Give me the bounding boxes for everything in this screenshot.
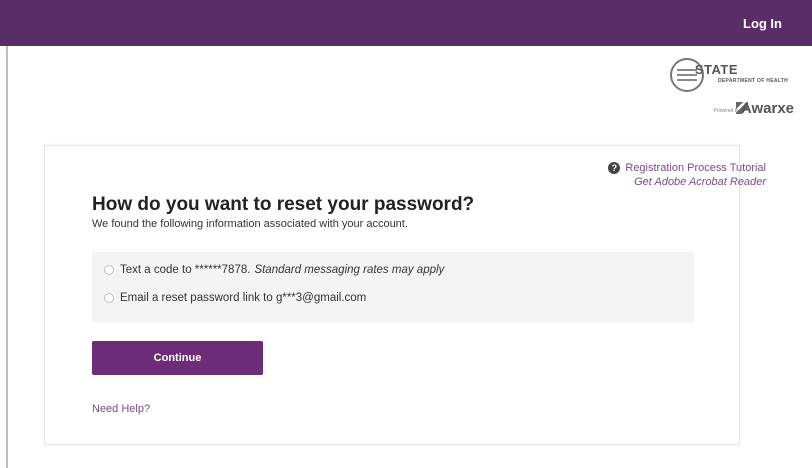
radio-button[interactable]: [104, 293, 114, 303]
page-left-edge: [6, 46, 8, 468]
radio-button[interactable]: [104, 265, 114, 275]
department-name: DEPARTMENT OF HEALTH: [718, 78, 788, 84]
option-text-note: Standard messaging rates may apply: [254, 264, 445, 276]
reset-option-text[interactable]: Text a code to ******7878. Standard mess…: [104, 264, 444, 276]
product-name: Awarxe: [740, 100, 794, 117]
branding-logo: STATE DEPARTMENT OF HEALTH Powered by Aw…: [650, 54, 800, 124]
option-email-label: Email a reset password link to g***3@gma…: [120, 292, 367, 304]
help-links: ? Registration Process Tutorial Get Adob…: [608, 162, 766, 188]
state-name: STATE: [694, 62, 738, 77]
question-circle-icon: ?: [608, 162, 621, 174]
top-nav-bar: Log In: [0, 0, 812, 46]
option-text-label: Text a code to ******7878.: [120, 264, 251, 276]
page-title: How do you want to reset your password?: [92, 194, 475, 215]
reset-option-email[interactable]: Email a reset password link to g***3@gma…: [104, 292, 366, 304]
adobe-acrobat-link[interactable]: Get Adobe Acrobat Reader: [608, 176, 766, 188]
page-subtitle: We found the following information assoc…: [92, 218, 408, 230]
need-help-link[interactable]: Need Help?: [92, 403, 150, 415]
login-link[interactable]: Log In: [743, 16, 782, 31]
continue-button[interactable]: Continue: [92, 341, 263, 375]
reset-options-group: Text a code to ******7878. Standard mess…: [92, 252, 694, 322]
registration-tutorial-link[interactable]: Registration Process Tutorial: [625, 162, 766, 174]
